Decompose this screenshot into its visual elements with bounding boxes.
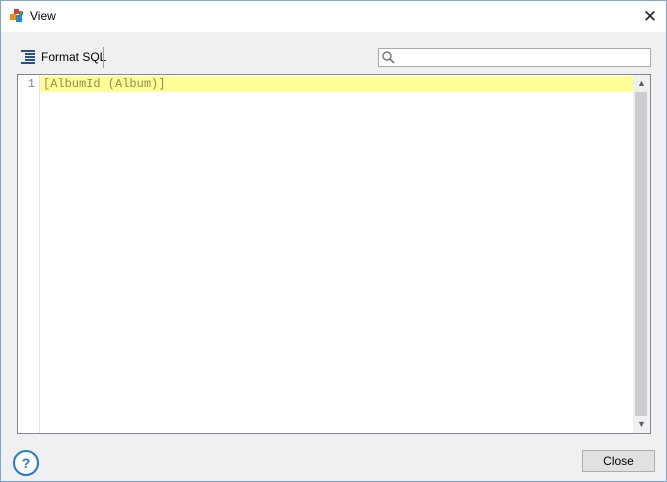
app-icon (10, 9, 23, 22)
search-icon (382, 51, 395, 64)
help-icon[interactable]: ? (13, 450, 39, 476)
sql-editor[interactable]: 1 [AlbumId (Album)] ▲ ▼ (17, 74, 651, 434)
line-number: 1 (27, 77, 35, 91)
scroll-up-icon[interactable]: ▲ (633, 75, 650, 92)
window-title: View (30, 9, 56, 23)
search-box (378, 48, 651, 67)
view-dialog: View ✕ Format SQL 1 [AlbumId (Album)] ▲ … (0, 0, 667, 482)
close-button[interactable]: Close (582, 450, 655, 472)
close-icon[interactable]: ✕ (638, 5, 662, 29)
format-sql-button[interactable]: Format SQL (19, 45, 112, 69)
toolbar-separator (103, 47, 104, 68)
search-input[interactable] (397, 49, 645, 65)
line-number-gutter: 1 (18, 75, 40, 433)
format-sql-icon (21, 50, 35, 64)
toolbar: Format SQL (17, 45, 651, 71)
format-sql-label: Format SQL (41, 50, 107, 64)
title-bar: View ✕ (1, 1, 666, 32)
code-line[interactable]: [AlbumId (Album)] (43, 77, 165, 91)
vertical-scrollbar[interactable]: ▲ ▼ (633, 75, 650, 433)
scroll-down-icon[interactable]: ▼ (633, 416, 650, 433)
scrollbar-thumb[interactable] (635, 92, 647, 416)
